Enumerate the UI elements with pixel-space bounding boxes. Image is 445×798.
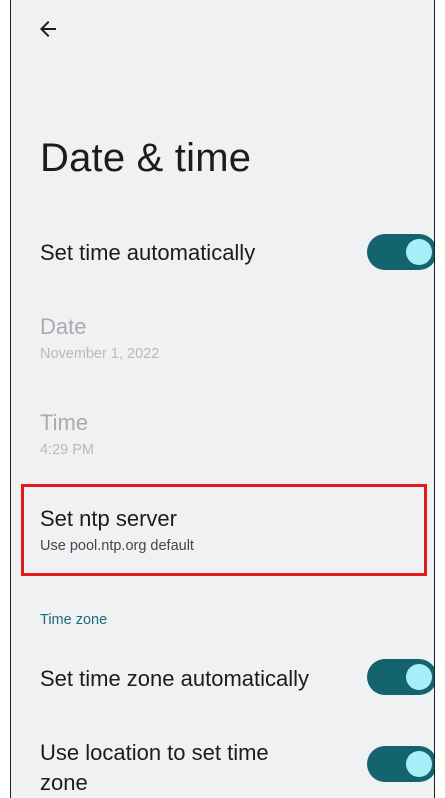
set-ntp-server-row[interactable]: Set ntp server Use pool.ntp.org default: [11, 498, 434, 568]
set-time-automatically-row[interactable]: Set time automatically: [11, 230, 434, 278]
set-time-zone-automatically-label: Set time zone automatically: [40, 666, 310, 691]
date-value: November 1, 2022: [40, 346, 160, 362]
time-zone-section-header: Time zone: [40, 612, 108, 628]
toggle-knob: [406, 664, 432, 690]
set-time-automatically-label: Set time automatically: [40, 240, 256, 265]
use-location-label: Use location to set time zone: [40, 738, 269, 798]
page-title: Date & time: [40, 136, 252, 180]
set-ntp-server-label: Set ntp server: [40, 506, 177, 531]
time-label: Time: [40, 410, 89, 435]
use-location-label-line1: Use location to set time: [40, 740, 269, 765]
set-time-zone-automatically-row[interactable]: Set time zone automatically: [11, 654, 434, 702]
use-location-label-line2: zone: [40, 770, 88, 795]
date-row: Date November 1, 2022: [11, 306, 434, 376]
toggle-knob: [406, 751, 432, 777]
set-ntp-server-summary: Use pool.ntp.org default: [40, 538, 194, 554]
use-location-toggle[interactable]: [367, 746, 434, 782]
back-button[interactable]: [33, 14, 63, 44]
toggle-knob: [406, 239, 432, 265]
arrow-back-icon: [40, 21, 56, 37]
settings-screen: Date & time Set time automatically Date …: [10, 0, 435, 798]
set-time-automatically-toggle[interactable]: [367, 234, 434, 270]
use-location-row[interactable]: Use location to set time zone: [11, 732, 434, 798]
date-label: Date: [40, 314, 87, 339]
set-time-zone-automatically-toggle[interactable]: [367, 659, 434, 695]
time-row: Time 4:29 PM: [11, 402, 434, 472]
time-value: 4:29 PM: [40, 442, 94, 458]
